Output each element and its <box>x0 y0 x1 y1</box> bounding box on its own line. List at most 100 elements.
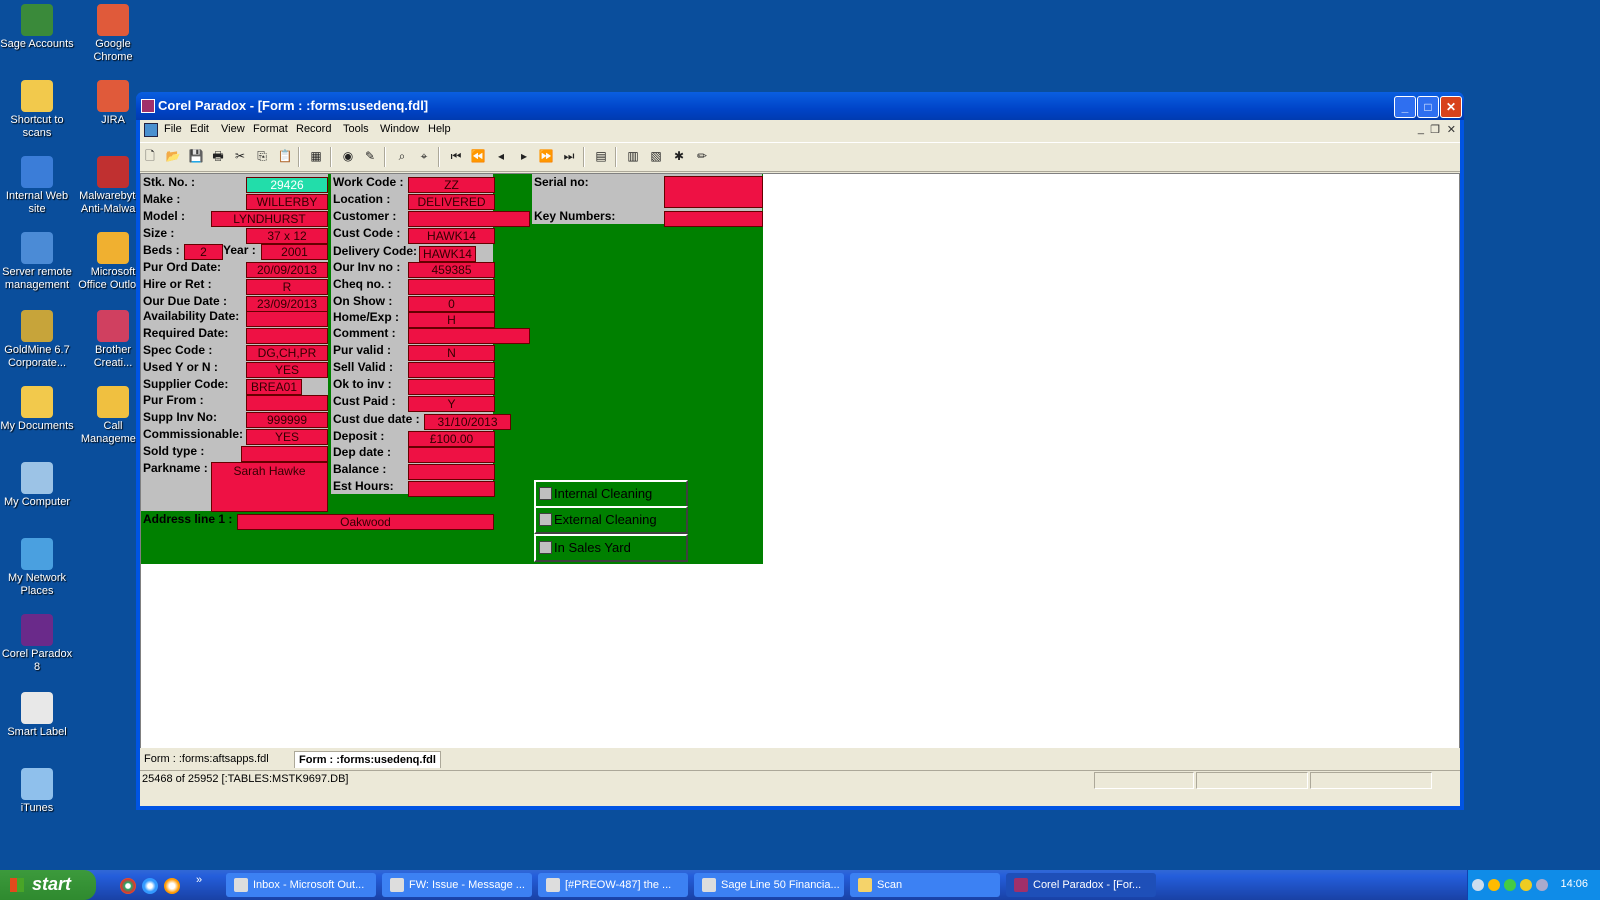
menu-tools[interactable]: Tools <box>343 123 369 135</box>
menu-record[interactable]: Record <box>296 123 331 135</box>
supplier-code-field[interactable]: BREA01 <box>246 379 302 395</box>
external-cleaning-checkbox[interactable]: External Cleaning <box>534 506 688 534</box>
menu-format[interactable]: Format <box>253 123 288 135</box>
balance-field[interactable] <box>408 464 495 480</box>
beds-field[interactable]: 2 <box>184 244 223 260</box>
internal-cleaning-checkbox[interactable]: Internal Cleaning <box>534 480 688 508</box>
expert-icon[interactable]: ✱ <box>671 148 687 164</box>
desktop-icon-my-network-places[interactable]: My Network Places <box>0 538 74 598</box>
desktop-icon-google-chrome[interactable]: Google Chrome <box>76 4 150 64</box>
required-date-field[interactable] <box>246 328 328 344</box>
locate-icon[interactable]: ⌕ <box>394 148 410 164</box>
paradox-app-icon[interactable] <box>141 99 155 113</box>
cheq-no-field[interactable] <box>408 279 495 295</box>
next-set-icon[interactable]: ⏩ <box>538 148 554 164</box>
copy-icon[interactable]: ⎘ <box>254 148 270 164</box>
location-field[interactable]: DELIVERED <box>408 194 495 210</box>
desktop-icon-server-remote-management[interactable]: Server remote management <box>0 232 74 292</box>
serial-no-field[interactable] <box>664 176 763 208</box>
chrome-quicklaunch-icon[interactable] <box>120 878 136 894</box>
minimize-button[interactable]: _ <box>1394 96 1416 118</box>
previous-set-icon[interactable]: ⏪ <box>470 148 486 164</box>
tray-monitor-icon[interactable] <box>1536 879 1548 891</box>
sold-type-field[interactable] <box>241 446 328 462</box>
mdi-minimize-button[interactable]: _ <box>1418 123 1424 135</box>
maximize-button[interactable]: □ <box>1417 96 1439 118</box>
filter-icon[interactable]: ▤ <box>593 148 609 164</box>
parkname-field[interactable]: Sarah Hawke <box>211 462 328 512</box>
cust-due-date-field[interactable]: 31/10/2013 <box>424 414 511 430</box>
last-record-icon[interactable]: ⏭ <box>561 148 577 164</box>
menu-help[interactable]: Help <box>428 123 451 135</box>
supp-inv-no-field[interactable]: 999999 <box>246 412 328 428</box>
task-jira-chrome[interactable]: [#PREOW-487] the ... <box>538 873 688 897</box>
customer-field[interactable] <box>408 211 530 227</box>
mdi-restore-button[interactable]: ❐ <box>1430 123 1440 136</box>
start-button[interactable]: start <box>0 870 96 900</box>
next-record-icon[interactable]: ▸ <box>516 148 532 164</box>
mdi-close-button[interactable]: ✕ <box>1447 123 1456 136</box>
in-sales-yard-checkbox[interactable]: In Sales Yard <box>534 534 688 562</box>
tab-usedenq[interactable]: Form : :forms:usedenq.fdl <box>294 751 441 768</box>
save-icon[interactable]: 💾 <box>188 148 204 164</box>
comment-field[interactable] <box>408 328 530 344</box>
locate-next-icon[interactable]: ⌖ <box>416 148 432 164</box>
ok-to-inv-field[interactable] <box>408 379 495 395</box>
desktop-icon-corel-paradox-8[interactable]: Corel Paradox 8 <box>0 614 74 674</box>
tab-aftsapps[interactable]: Form : :forms:aftsapps.fdl <box>140 751 273 767</box>
paste-icon[interactable]: 📋 <box>277 148 293 164</box>
task-outlook-inbox[interactable]: Inbox - Microsoft Out... <box>226 873 376 897</box>
desktop-icon-my-computer[interactable]: My Computer <box>0 462 74 509</box>
desktop-icon-itunes[interactable]: iTunes <box>0 768 74 815</box>
stk-no-field[interactable]: 29426 <box>246 177 328 193</box>
cust-paid-field[interactable]: Y <box>408 396 495 412</box>
year-field[interactable]: 2001 <box>261 244 328 260</box>
outlook-quicklaunch-icon[interactable] <box>164 878 180 894</box>
edit-data-icon[interactable]: ✎ <box>362 148 378 164</box>
on-show-field[interactable]: 0 <box>408 296 495 312</box>
previous-record-icon[interactable]: ◂ <box>493 148 509 164</box>
dep-date-field[interactable] <box>408 447 495 463</box>
desktop-icon-internal-web-site[interactable]: Internal Web site <box>0 156 74 216</box>
make-field[interactable]: WILLERBY <box>246 194 328 210</box>
pencil-icon[interactable]: ✏ <box>694 148 710 164</box>
menu-view[interactable]: View <box>221 123 245 135</box>
open-icon[interactable]: 📂 <box>165 148 181 164</box>
task-fw-issue[interactable]: FW: Issue - Message ... <box>382 873 532 897</box>
desktop-icon-goldmine-6-7-corporate[interactable]: GoldMine 6.7 Corporate... <box>0 310 74 370</box>
hire-or-ret-field[interactable]: R <box>246 279 328 295</box>
view-data-icon[interactable]: ◉ <box>340 148 356 164</box>
forms-icon[interactable]: ▧ <box>648 148 664 164</box>
work-code-field[interactable]: ZZ <box>408 177 495 193</box>
tray-network-icon[interactable] <box>1504 879 1516 891</box>
delivery-code-field[interactable]: HAWK14 <box>419 246 476 262</box>
first-record-icon[interactable]: ⏮ <box>448 148 464 164</box>
new-icon[interactable]: 🗋 <box>142 148 158 164</box>
est-hours-field[interactable] <box>408 481 495 497</box>
desktop-icon-shortcut-to-scans[interactable]: Shortcut to scans <box>0 80 74 140</box>
menu-window[interactable]: Window <box>380 123 419 135</box>
desktop-icon-sage-accounts[interactable]: Sage Accounts <box>0 4 74 51</box>
print-icon[interactable]: 🖶 <box>210 148 226 164</box>
pur-from-field[interactable] <box>246 395 328 411</box>
task-scan[interactable]: Scan <box>850 873 1000 897</box>
availability-date-field[interactable] <box>246 311 328 327</box>
used-y-or-n-field[interactable]: YES <box>246 362 328 378</box>
design-icon[interactable]: ▦ <box>308 148 324 164</box>
paradox-window[interactable]: Corel Paradox - [Form : :forms:usedenq.f… <box>136 92 1464 810</box>
cust-code-field[interactable]: HAWK14 <box>408 228 495 244</box>
task-sage-line-50[interactable]: Sage Line 50 Financia... <box>694 873 844 897</box>
size-field[interactable]: 37 x 12 <box>246 228 328 244</box>
menu-edit[interactable]: Edit <box>190 123 209 135</box>
desktop-icon-smart-label[interactable]: Smart Label <box>0 692 74 739</box>
close-button[interactable]: ✕ <box>1440 96 1462 118</box>
task-corel-paradox[interactable]: Corel Paradox - [For... <box>1006 873 1156 897</box>
our-inv-no-field[interactable]: 459385 <box>408 262 495 278</box>
table-icon[interactable]: ▥ <box>625 148 641 164</box>
desktop-icon-my-documents[interactable]: My Documents <box>0 386 74 433</box>
title-bar[interactable]: Corel Paradox - [Form : :forms:usedenq.f… <box>136 92 1464 120</box>
sell-valid-field[interactable] <box>408 362 495 378</box>
tray-outlook-icon[interactable] <box>1488 879 1500 891</box>
form-system-icon[interactable] <box>144 123 158 137</box>
menu-file[interactable]: File <box>164 123 182 135</box>
